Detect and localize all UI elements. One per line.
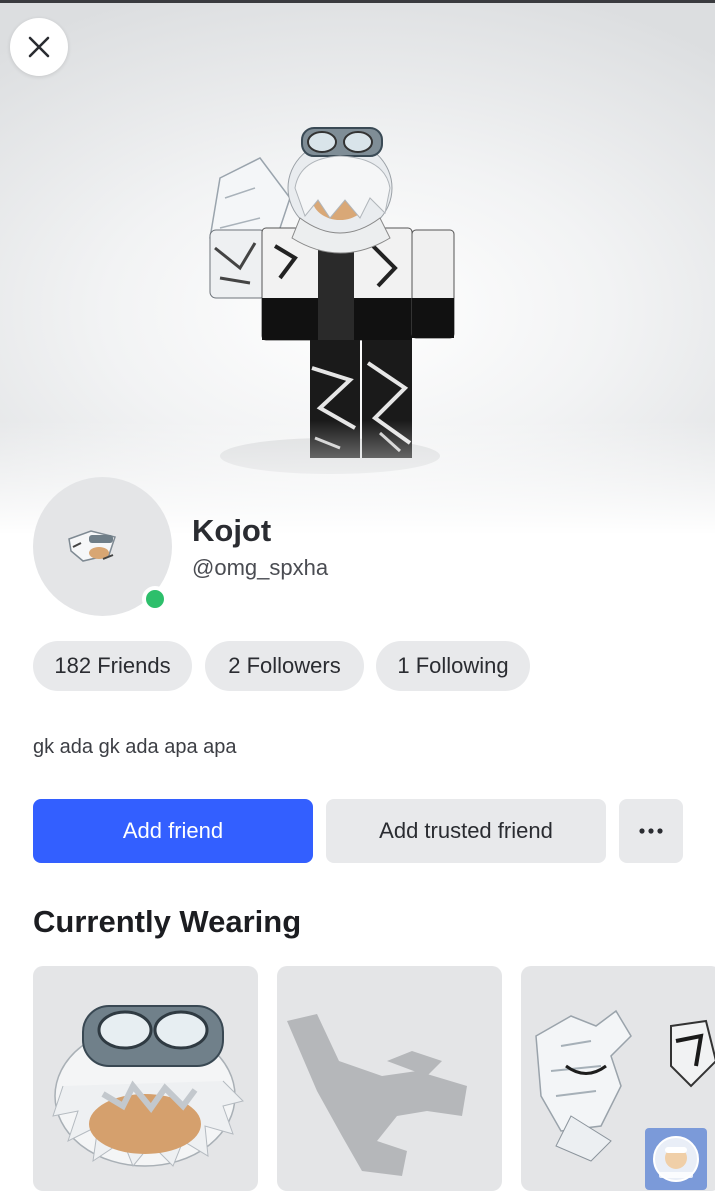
add-trusted-friend-button[interactable]: Add trusted friend bbox=[326, 799, 606, 863]
bio-text: gk ada gk ada apa apa bbox=[33, 736, 237, 758]
wearing-item-card-1[interactable] bbox=[33, 966, 258, 1191]
online-status-dot bbox=[142, 586, 168, 612]
avatar[interactable] bbox=[33, 477, 172, 616]
display-name: Kojot bbox=[192, 513, 272, 548]
more-options-button[interactable] bbox=[619, 799, 683, 863]
close-icon bbox=[28, 36, 50, 58]
profile-page: Kojot @omg_spxha 182 Friends 2 Followers… bbox=[0, 0, 715, 1199]
friends-count-pill[interactable]: 182 Friends bbox=[33, 641, 192, 691]
close-button[interactable] bbox=[10, 18, 68, 76]
watermark-badge-icon bbox=[645, 1128, 707, 1190]
add-friend-button[interactable]: Add friend bbox=[33, 799, 313, 863]
hair-goggles-icon bbox=[52, 1005, 244, 1167]
more-options-icon bbox=[639, 828, 663, 834]
pose-silhouette-icon bbox=[287, 1014, 467, 1176]
username: @omg_spxha bbox=[192, 555, 329, 580]
followers-count-pill[interactable]: 2 Followers bbox=[205, 641, 364, 691]
currently-wearing-title: Currently Wearing bbox=[33, 904, 302, 939]
wearing-item-card-2[interactable] bbox=[277, 966, 502, 1191]
following-count-pill[interactable]: 1 Following bbox=[376, 641, 530, 691]
